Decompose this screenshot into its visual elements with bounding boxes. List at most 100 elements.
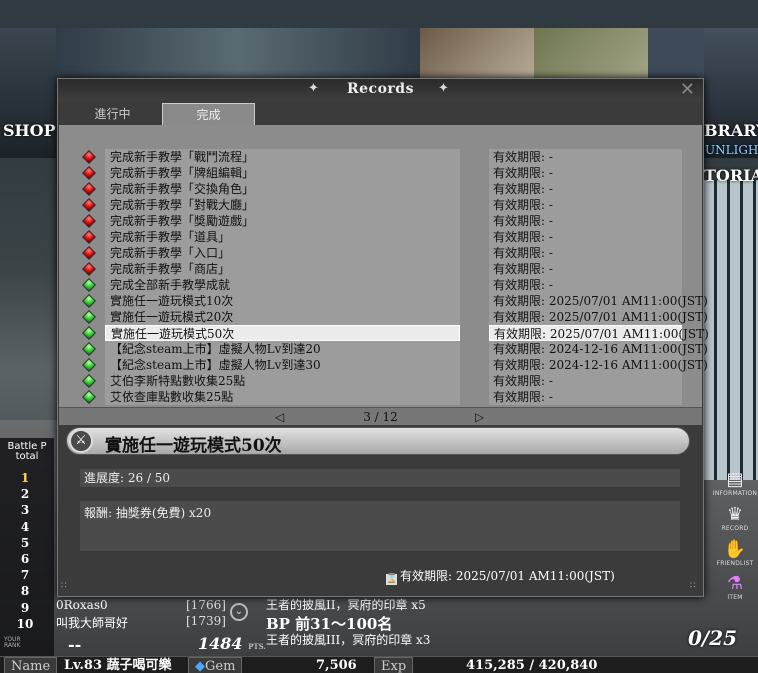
ranking-number-6: 6 bbox=[20, 552, 30, 566]
red-gem-icon bbox=[82, 198, 96, 212]
record-name: 實施任一遊玩模式50次 bbox=[105, 325, 460, 341]
card-banner-3 bbox=[648, 28, 704, 80]
record-button[interactable]: ♛ RECORD bbox=[712, 505, 758, 539]
record-label: RECORD bbox=[721, 525, 749, 532]
green-gem-icon bbox=[82, 310, 96, 324]
record-row[interactable]: 實施任一遊玩模式50次 有效期限: 2025/07/01 AM11:00(JST) bbox=[82, 325, 709, 341]
card-banner-1 bbox=[420, 28, 534, 80]
record-name: 完成新手教學「獎勵遊戲」 bbox=[105, 213, 460, 229]
record-row[interactable]: 完成新手教學「對戰大廳」 有效期限: - bbox=[82, 197, 703, 213]
reward-text: 報酬: 抽獎券(免費) x20 bbox=[80, 501, 680, 551]
friendlist-button[interactable]: ✋ FRIENDLIST bbox=[712, 540, 758, 574]
green-gem-icon bbox=[82, 358, 96, 372]
top-strip bbox=[0, 0, 758, 28]
shop-label[interactable]: SHOP bbox=[3, 121, 56, 140]
points-value: 1484 bbox=[198, 634, 243, 653]
record-expiry: 有效期限: 2024-12-16 AM11:00(JST) bbox=[489, 357, 708, 373]
red-gem-icon bbox=[82, 262, 96, 276]
record-row[interactable]: 完成新手教學「交換角色」 有效期限: - bbox=[82, 181, 703, 197]
record-row[interactable]: 完成新手教學「戰鬥流程」 有效期限: - bbox=[82, 149, 703, 165]
name-value: Lv.83 蔬子喝可樂 bbox=[64, 658, 172, 673]
green-gem-icon bbox=[82, 390, 96, 404]
record-expiry: 有效期限: - bbox=[489, 213, 682, 229]
record-expiry: 有效期限: - bbox=[489, 261, 682, 277]
red-gem-icon bbox=[82, 214, 96, 228]
ranking-number-5: 5 bbox=[20, 535, 30, 550]
tab-in-progress[interactable]: 進行中 bbox=[66, 103, 159, 125]
record-name: 完成新手教學「對戰大廳」 bbox=[105, 197, 460, 213]
red-gem-icon bbox=[82, 150, 96, 164]
status-bar: Name Lv.83 蔬子喝可樂 ◆Gem 7,506 Exp 415,285 … bbox=[0, 656, 758, 673]
record-tabs: 進行中 完成 bbox=[58, 103, 703, 125]
page-indicator: 3 / 12 bbox=[363, 410, 398, 424]
name-label: Name bbox=[4, 657, 58, 673]
detail-expiry: ⌛ 有效期限: 2025/07/01 AM11:00(JST) bbox=[386, 567, 615, 585]
ranking-expand-button[interactable]: ⌄ bbox=[230, 603, 248, 621]
your-rank-label: YOUR RANK bbox=[4, 636, 21, 649]
item-button[interactable]: ⚗ ITEM bbox=[712, 574, 758, 608]
friendlist-label: FRIENDLIST bbox=[716, 560, 754, 567]
record-list: 完成新手教學「戰鬥流程」 有效期限: - 完成新手教學「牌組編輯」 有效期限: - 完成… bbox=[59, 125, 709, 407]
record-name: 完成新手教學「商店」 bbox=[105, 261, 460, 277]
ranking-number-1: 1 bbox=[20, 471, 30, 485]
record-row[interactable]: 完成新手教學「道具」 有效期限: - bbox=[82, 229, 703, 245]
points-display: 1484 PTS. bbox=[198, 634, 266, 653]
record-row[interactable]: 實施任一遊玩模式10次 有效期限: 2025/07/01 AM11:00(JST) bbox=[82, 293, 708, 309]
record-row[interactable]: 艾依查庫點數收集25點 有效期限: - bbox=[82, 389, 703, 405]
record-row[interactable]: 完成全部新手教學成就 有效期限: - bbox=[82, 277, 703, 293]
record-name: 完成新手教學「交換角色」 bbox=[105, 181, 460, 197]
record-expiry: 有效期限: 2024-12-16 AM11:00(JST) bbox=[489, 341, 708, 357]
record-row[interactable]: 實施任一遊玩模式20次 有效期限: 2025/07/01 AM11:00(JST) bbox=[82, 309, 708, 325]
record-expiry: 有效期限: - bbox=[489, 389, 682, 405]
exp-label: Exp bbox=[374, 657, 414, 673]
tab-completed[interactable]: 完成 bbox=[162, 103, 255, 125]
gem-icon: ◆ bbox=[195, 659, 205, 673]
item-icon: ⚗ bbox=[726, 573, 744, 594]
points-unit: PTS. bbox=[248, 642, 266, 651]
crown-counter: 0/25 bbox=[660, 620, 756, 660]
green-gem-icon bbox=[82, 294, 96, 308]
information-label: INFORMATION bbox=[712, 490, 758, 497]
record-row[interactable]: 完成新手教學「牌組編輯」 有效期限: - bbox=[82, 165, 703, 181]
library-label[interactable]: BRARY bbox=[704, 121, 758, 140]
next-page-icon[interactable]: ▷ bbox=[475, 409, 484, 425]
record-row[interactable]: 【紀念steam上市】虛擬人物Lv到達20 有效期限: 2024-12-16 AM… bbox=[82, 341, 708, 357]
pager: ◁ 3 / 12 ▷ bbox=[59, 407, 702, 425]
information-button[interactable]: ▤ INFORMATION bbox=[712, 470, 758, 504]
progress-text: 進展度: 26 / 50 bbox=[80, 469, 680, 487]
green-gem-icon bbox=[82, 342, 96, 356]
record-icon: ♛ bbox=[726, 504, 744, 525]
gem-label: ◆Gem bbox=[188, 657, 243, 673]
record-row[interactable]: 完成新手教學「商店」 有效期限: - bbox=[82, 261, 703, 277]
window-bars bbox=[704, 180, 758, 480]
bp-reward-line-1: 王者的披風II，冥府的印章 x5 bbox=[266, 598, 426, 612]
dialog-title-bar[interactable]: ✦ Records ✦ ✕ bbox=[58, 79, 703, 101]
ranking-header: Battle P total bbox=[7, 441, 47, 462]
green-gem-icon bbox=[82, 278, 96, 292]
record-expiry: 有效期限: - bbox=[489, 245, 682, 261]
record-row[interactable]: 完成新手教學「獎勵遊戲」 有效期限: - bbox=[82, 213, 703, 229]
tutorial-label[interactable]: TORIAL bbox=[704, 166, 758, 185]
gem-value: 7,506 bbox=[316, 658, 357, 673]
ranking-score-10: [1739] bbox=[186, 614, 226, 628]
detail-expiry-text: 有效期限: 2025/07/01 AM11:00(JST) bbox=[400, 569, 615, 583]
close-icon[interactable]: ✕ bbox=[680, 80, 695, 100]
record-name: 【紀念steam上市】虛擬人物Lv到達30 bbox=[105, 357, 460, 373]
record-expiry: 有效期限: - bbox=[489, 229, 682, 245]
record-expiry: 有效期限: - bbox=[489, 197, 682, 213]
green-gem-icon bbox=[82, 326, 96, 340]
ranking-number-8: 8 bbox=[20, 584, 30, 599]
ranking-number-7: 7 bbox=[20, 568, 30, 583]
record-expiry: 有效期限: - bbox=[489, 373, 682, 389]
hourglass-icon: ⌛ bbox=[386, 574, 398, 585]
records-dialog: ✦ Records ✦ ✕ 進行中 完成 完成新手教學「戰鬥流程」 有效期限: -… bbox=[57, 78, 709, 597]
record-row[interactable]: 艾伯李斯特點數收集25點 有效期限: - bbox=[82, 373, 703, 389]
record-row[interactable]: 【紀念steam上市】虛擬人物Lv到達30 有效期限: 2024-12-16 AM… bbox=[82, 357, 708, 373]
crown-counter-value: 0/25 bbox=[688, 626, 738, 650]
exp-value: 415,285 / 420,840 bbox=[466, 658, 598, 673]
record-expiry: 有效期限: - bbox=[489, 277, 682, 293]
corner-ornament-left-icon: ∷ bbox=[61, 581, 67, 591]
red-gem-icon bbox=[82, 246, 96, 260]
record-name: 完成新手教學「道具」 bbox=[105, 229, 460, 245]
record-row[interactable]: 完成新手教學「入口」 有效期限: - bbox=[82, 245, 703, 261]
